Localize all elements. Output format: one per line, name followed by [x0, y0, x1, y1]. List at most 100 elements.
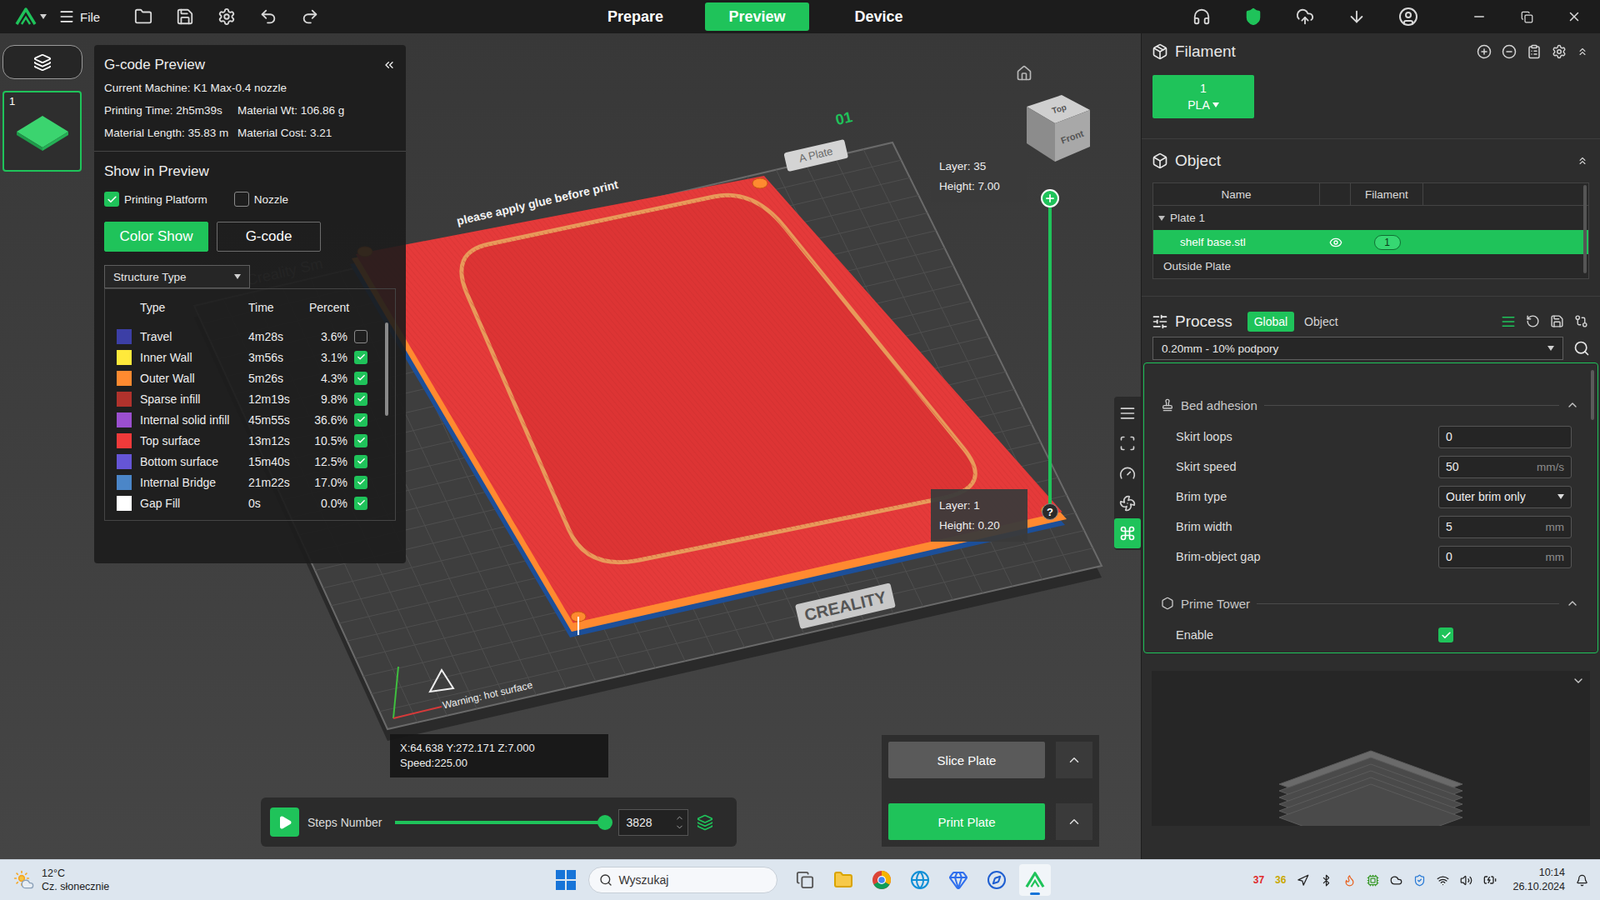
- setting-checkbox[interactable]: [1438, 627, 1454, 643]
- scrollbar[interactable]: [385, 322, 389, 416]
- account-button[interactable]: [1391, 3, 1425, 30]
- outside-row[interactable]: Outside Plate: [1153, 254, 1589, 279]
- collapse-icon[interactable]: [1576, 155, 1589, 167]
- search-icon[interactable]: [1573, 340, 1590, 357]
- notification-icon[interactable]: [1575, 874, 1589, 887]
- more-button[interactable]: [1055, 741, 1093, 779]
- row-checkbox[interactable]: [354, 475, 368, 490]
- setting-input[interactable]: 5mm: [1438, 515, 1572, 539]
- view-tool[interactable]: [1114, 398, 1141, 429]
- steps-slider[interactable]: [395, 820, 605, 825]
- compare-icon[interactable]: [1574, 314, 1589, 329]
- mode-tab[interactable]: Device: [826, 2, 931, 31]
- view-cube[interactable]: TopFront: [1023, 88, 1094, 165]
- filament-badge[interactable]: 1: [1374, 235, 1401, 250]
- steps-input[interactable]: 3828: [618, 809, 689, 836]
- setting-input[interactable]: 0: [1438, 425, 1572, 449]
- minimize-button[interactable]: [1460, 3, 1499, 30]
- gear-icon[interactable]: [1551, 44, 1567, 60]
- scope-button[interactable]: Object: [1297, 311, 1345, 332]
- restore-button[interactable]: [1507, 3, 1546, 30]
- row-checkbox[interactable]: [354, 496, 368, 510]
- object-row[interactable]: shelf base.stl1: [1153, 230, 1589, 255]
- more-button[interactable]: [1055, 803, 1093, 840]
- row-checkbox[interactable]: [354, 413, 368, 427]
- collapse-icon[interactable]: [1576, 45, 1589, 58]
- eye-icon[interactable]: [1329, 235, 1343, 250]
- slider-knob[interactable]: [597, 815, 613, 830]
- plate-row[interactable]: Plate 1: [1153, 205, 1589, 230]
- remove-icon[interactable]: [1501, 44, 1517, 60]
- preview-option[interactable]: Printing Platform: [104, 191, 208, 207]
- filament-slot[interactable]: 1PLA: [1152, 75, 1255, 119]
- close-button[interactable]: [1555, 3, 1594, 30]
- setting-input[interactable]: 0mm: [1438, 545, 1572, 569]
- layers-icon[interactable]: [696, 814, 714, 831]
- row-checkbox[interactable]: [354, 455, 368, 469]
- row-checkbox[interactable]: [354, 392, 368, 406]
- support-button[interactable]: [1185, 3, 1219, 30]
- preview-option[interactable]: Nozzle: [234, 191, 289, 207]
- download-button[interactable]: [1340, 3, 1374, 30]
- preset-select[interactable]: 0.20mm - 10% podpory: [1152, 336, 1564, 360]
- file-menu[interactable]: File: [58, 8, 100, 25]
- scope-button[interactable]: Global: [1247, 311, 1295, 332]
- layers-button[interactable]: [2, 45, 83, 80]
- edge-app[interactable]: [904, 864, 936, 896]
- checkbox[interactable]: [234, 191, 250, 207]
- view-tool[interactable]: [1114, 518, 1141, 549]
- row-checkbox[interactable]: [354, 371, 368, 385]
- save-button[interactable]: [168, 3, 202, 30]
- home-button[interactable]: [1015, 65, 1033, 85]
- scrollbar[interactable]: [1590, 370, 1595, 420]
- app-menu[interactable]: [15, 6, 47, 27]
- reset-icon[interactable]: [1525, 314, 1540, 329]
- action-button[interactable]: Slice Plate: [888, 741, 1045, 779]
- clock[interactable]: 10:1426.10.2024: [1512, 865, 1565, 895]
- settings-button[interactable]: [210, 3, 244, 30]
- help-button[interactable]: ?: [1041, 503, 1059, 520]
- row-checkbox[interactable]: [354, 330, 368, 344]
- redo-button[interactable]: [293, 3, 327, 30]
- open-button[interactable]: [126, 3, 160, 30]
- row-checkbox[interactable]: [354, 434, 368, 448]
- save-icon[interactable]: [1550, 314, 1565, 329]
- app[interactable]: [980, 864, 1013, 896]
- play-button[interactable]: [270, 807, 300, 837]
- upload-button[interactable]: [1288, 3, 1322, 30]
- layer-slider[interactable]: [1048, 198, 1052, 510]
- plate-thumbnail[interactable]: 1: [2, 90, 82, 172]
- weather-widget[interactable]: 12°CCz. słonecznie: [0, 866, 550, 895]
- view-tool[interactable]: [1114, 488, 1141, 519]
- mode-tab[interactable]: Prepare: [583, 2, 688, 31]
- search-box[interactable]: Wyszukaj: [588, 866, 778, 894]
- checkbox[interactable]: [104, 191, 120, 207]
- view-tool[interactable]: [1114, 428, 1141, 459]
- view-mode-button[interactable]: G-code: [216, 221, 321, 252]
- list-icon[interactable]: [1500, 314, 1516, 330]
- setting-input[interactable]: 50mm/s: [1438, 455, 1572, 479]
- collapse-icon[interactable]: [382, 58, 396, 72]
- action-button[interactable]: Print Plate: [888, 803, 1045, 840]
- cloud-button[interactable]: [1236, 3, 1270, 30]
- start-button[interactable]: [550, 864, 582, 896]
- creality-app[interactable]: [1019, 864, 1051, 896]
- edit-icon[interactable]: [1526, 44, 1542, 60]
- row-checkbox[interactable]: [354, 350, 368, 365]
- chrome-app[interactable]: [865, 864, 898, 896]
- view-mode-button[interactable]: Color Show: [104, 221, 209, 252]
- setting-select[interactable]: Outer brim only: [1438, 485, 1572, 509]
- view-tool[interactable]: [1114, 458, 1141, 489]
- settings-group-header[interactable]: Prime Tower: [1144, 586, 1598, 620]
- view-type-select[interactable]: Structure Type: [104, 265, 250, 289]
- expand-button[interactable]: [1571, 674, 1585, 691]
- settings-group-header[interactable]: Bed adhesion: [1144, 388, 1598, 422]
- mode-tab[interactable]: Preview: [705, 2, 810, 31]
- scrollbar[interactable]: [1583, 185, 1587, 274]
- app[interactable]: [942, 864, 975, 896]
- add-icon[interactable]: [1476, 44, 1492, 60]
- undo-button[interactable]: [251, 3, 285, 30]
- explorer-app[interactable]: [827, 864, 860, 896]
- layer-handle[interactable]: [1040, 189, 1060, 208]
- task-view[interactable]: [789, 864, 821, 896]
